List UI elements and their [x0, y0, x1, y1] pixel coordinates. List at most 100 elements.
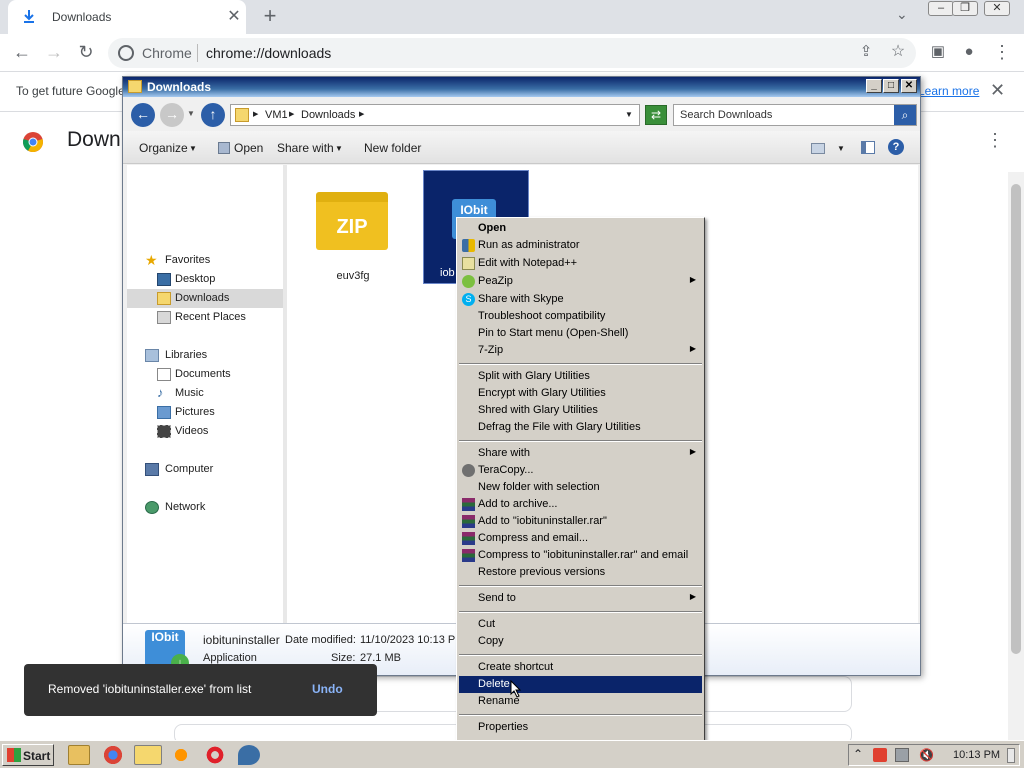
opera-icon[interactable]	[204, 745, 226, 765]
organize-dropdown-icon[interactable]: ▼	[189, 144, 197, 153]
up-arrow-icon[interactable]: ↑	[201, 103, 225, 127]
media-player-icon[interactable]	[68, 745, 90, 765]
nav-computer[interactable]: Computer	[127, 460, 283, 479]
search-icon[interactable]: ⌕	[894, 105, 916, 125]
close-info-bar-icon[interactable]: ✕	[990, 80, 1005, 101]
chevron-right-icon[interactable]: ▶	[289, 110, 294, 118]
show-desktop-button[interactable]	[1007, 748, 1015, 763]
reload-icon[interactable]: ↻	[74, 42, 98, 62]
menu-item-restore-previous-versions[interactable]: Restore previous versions	[459, 564, 702, 581]
menu-item-split-glary[interactable]: Split with Glary Utilities	[459, 368, 702, 385]
clock[interactable]: 10:13 PM	[953, 749, 1000, 761]
menu-item-properties[interactable]: Properties	[459, 719, 702, 736]
nav-pictures[interactable]: Pictures	[127, 403, 283, 422]
chrome-menu-icon[interactable]: ⋮	[990, 42, 1014, 62]
open-button[interactable]: Open	[234, 141, 263, 155]
close-window-button[interactable]: ✕	[984, 1, 1010, 16]
nav-desktop[interactable]: Desktop	[127, 270, 283, 289]
menu-item-compress-to-rar-and-email[interactable]: Compress to "iobituninstaller.rar" and e…	[459, 547, 702, 564]
menu-item-shred-glary[interactable]: Shred with Glary Utilities	[459, 402, 702, 419]
app-taskbar-icon[interactable]	[238, 745, 260, 765]
menu-item-peazip[interactable]: PeaZip ▶	[459, 273, 702, 290]
menu-item-7zip[interactable]: 7-Zip ▶	[459, 342, 702, 359]
learn-more-link[interactable]: Learn more	[918, 84, 979, 98]
menu-item-troubleshoot-compatibility[interactable]: Troubleshoot compatibility	[459, 308, 702, 325]
explorer-title-bar[interactable]: Downloads _ □ ✕	[123, 77, 920, 97]
breadcrumb-vm1[interactable]: VM1	[265, 109, 288, 121]
recent-pages-chevron-icon[interactable]: ▼	[187, 109, 195, 118]
volume-muted-icon[interactable]: 🔇	[919, 748, 934, 762]
tray-security-icon[interactable]	[873, 748, 887, 762]
chevron-right-icon[interactable]: ▶	[359, 110, 364, 118]
nav-documents[interactable]: Documents	[127, 365, 283, 384]
forward-icon[interactable]: →	[42, 42, 66, 62]
address-bar[interactable]: Chrome chrome://downloads	[108, 38, 916, 68]
undo-button[interactable]: Undo	[312, 682, 343, 696]
bookmark-star-icon[interactable]: ☆	[886, 42, 910, 62]
new-folder-button[interactable]: New folder	[364, 141, 421, 155]
menu-item-pin-to-start[interactable]: Pin to Start menu (Open-Shell)	[459, 325, 702, 342]
url-text[interactable]: chrome://downloads	[206, 45, 331, 61]
explorer-address-bar[interactable]: ▶ VM1 ▶ Downloads ▶ ▼	[230, 104, 640, 126]
downloads-menu-icon[interactable]: ⋮	[986, 130, 1004, 151]
breadcrumb-downloads[interactable]: Downloads	[301, 109, 355, 121]
chevron-right-icon[interactable]: ▶	[253, 110, 258, 118]
explorer-close-button[interactable]: ✕	[901, 79, 917, 93]
forward-arrow-icon[interactable]: →	[160, 103, 184, 127]
refresh-icon[interactable]: ⇄	[645, 105, 667, 125]
nav-recent-places[interactable]: Recent Places	[127, 308, 283, 327]
preview-pane-icon[interactable]	[861, 141, 875, 154]
explorer-maximize-button[interactable]: □	[883, 79, 899, 93]
menu-item-create-shortcut[interactable]: Create shortcut	[459, 659, 702, 676]
explorer-minimize-button[interactable]: _	[866, 79, 882, 93]
chrome-taskbar-icon[interactable]	[102, 745, 124, 765]
share-with-dropdown-icon[interactable]: ▼	[335, 144, 343, 153]
start-button[interactable]: Start	[2, 744, 54, 766]
menu-item-delete[interactable]: Delete	[459, 676, 702, 693]
close-tab-icon[interactable]: ✕	[226, 6, 242, 26]
firefox-icon[interactable]	[170, 745, 192, 765]
nav-favorites[interactable]: ★ Favorites	[127, 251, 283, 270]
address-dropdown-icon[interactable]: ▼	[625, 110, 633, 119]
share-with-button[interactable]: Share with	[277, 141, 334, 155]
tray-expand-icon[interactable]: ⌃	[853, 747, 863, 761]
explorer-search-box[interactable]: Search Downloads ⌕	[673, 104, 917, 126]
back-arrow-icon[interactable]: ←	[131, 103, 155, 127]
menu-item-new-folder-with-selection[interactable]: New folder with selection	[459, 479, 702, 496]
menu-item-share-with-skype[interactable]: S Share with Skype	[459, 291, 702, 308]
menu-item-add-to-rar[interactable]: Add to "iobituninstaller.rar"	[459, 513, 702, 530]
menu-item-defrag-glary[interactable]: Defrag the File with Glary Utilities	[459, 419, 702, 436]
zip-file-icon[interactable]: ZIP	[316, 192, 388, 250]
menu-item-compress-and-email[interactable]: Compress and email...	[459, 530, 702, 547]
restore-button[interactable]: ❐	[952, 1, 978, 16]
page-scrollbar[interactable]	[1008, 172, 1024, 740]
menu-item-cut[interactable]: Cut	[459, 616, 702, 633]
menu-item-send-to[interactable]: Send to ▶	[459, 590, 702, 607]
nav-libraries[interactable]: Libraries	[127, 346, 283, 365]
change-view-icon[interactable]	[811, 143, 825, 154]
back-icon[interactable]: ←	[10, 42, 34, 62]
menu-item-add-to-archive[interactable]: Add to archive...	[459, 496, 702, 513]
side-panel-icon[interactable]: ▣	[926, 42, 950, 62]
nav-downloads[interactable]: Downloads	[127, 289, 283, 308]
help-icon[interactable]: ?	[888, 139, 904, 155]
nav-music[interactable]: ♪ Music	[127, 384, 283, 403]
menu-item-open[interactable]: Open	[459, 220, 702, 237]
menu-item-run-as-administrator[interactable]: Run as administrator	[459, 237, 702, 254]
file-name-euv3fg[interactable]: euv3fg	[303, 270, 403, 282]
menu-item-copy[interactable]: Copy	[459, 633, 702, 650]
share-icon[interactable]: ⇪	[854, 42, 878, 62]
menu-item-share-with[interactable]: Share with ▶	[459, 445, 702, 462]
network-tray-icon[interactable]	[895, 748, 909, 762]
menu-item-rename[interactable]: Rename	[459, 693, 702, 710]
menu-item-encrypt-glary[interactable]: Encrypt with Glary Utilities	[459, 385, 702, 402]
nav-videos[interactable]: Videos	[127, 422, 283, 441]
view-dropdown-icon[interactable]: ▼	[837, 144, 845, 153]
scrollbar-thumb[interactable]	[1011, 184, 1021, 654]
menu-item-edit-with-notepad[interactable]: Edit with Notepad++	[459, 255, 702, 272]
explorer-taskbar-icon[interactable]	[134, 745, 162, 765]
menu-item-teracopy[interactable]: TeraCopy...	[459, 462, 702, 479]
new-tab-button[interactable]: +	[258, 3, 282, 29]
tab-search-icon[interactable]: ⌄	[896, 6, 908, 23]
organize-button[interactable]: Organize	[139, 141, 188, 155]
